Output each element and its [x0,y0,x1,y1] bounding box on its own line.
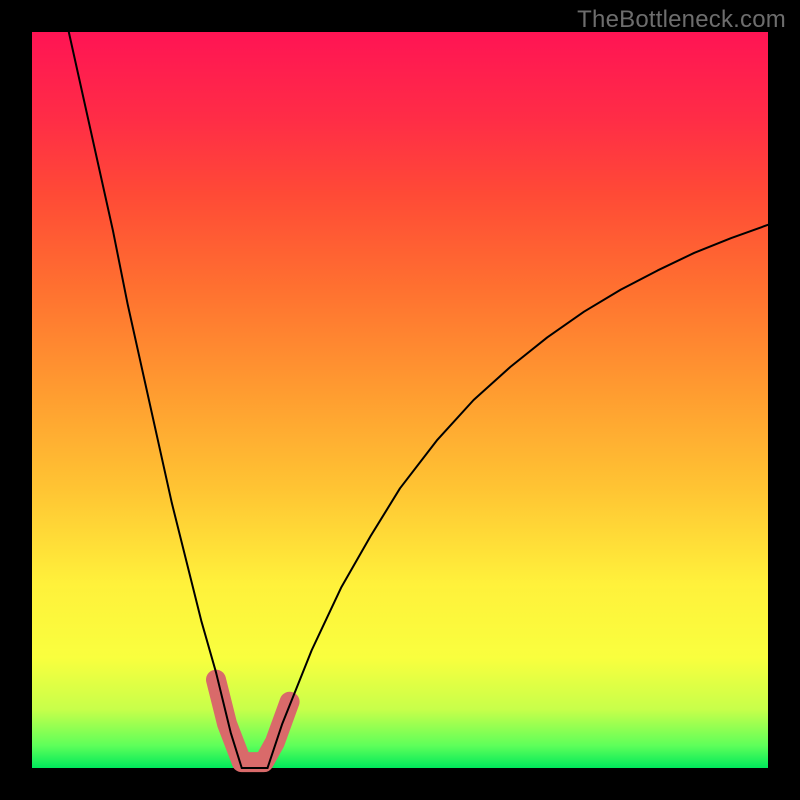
chart-frame: TheBottleneck.com [0,0,800,800]
curve-right-line [268,225,768,768]
chart-curves-layer [32,32,768,768]
curve-left-line [69,32,242,768]
watermark-text: TheBottleneck.com [577,6,786,34]
